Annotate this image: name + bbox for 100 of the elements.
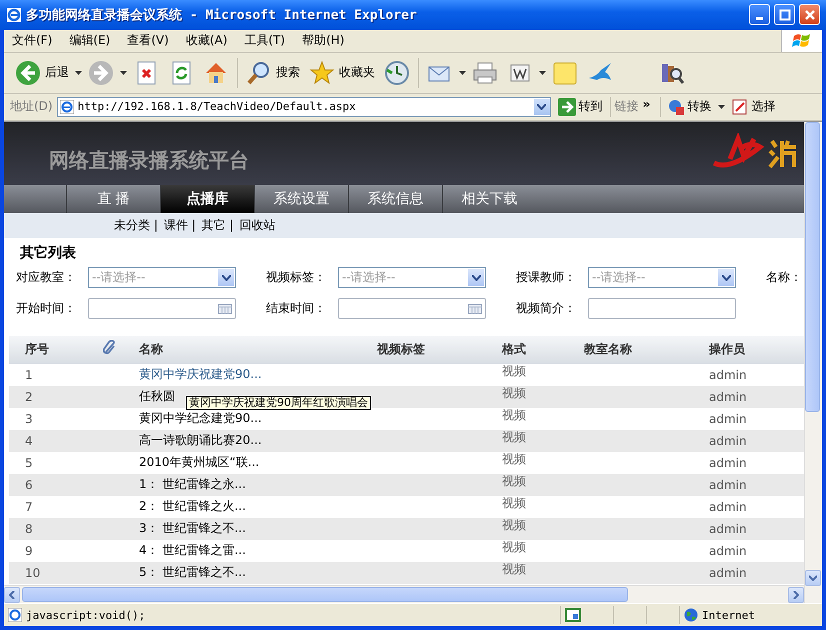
chevron-down-icon: [722, 274, 730, 281]
row-number: 8: [24, 522, 34, 536]
convert-button[interactable]: 转换: [665, 98, 714, 116]
horizontal-scrollbar[interactable]: [4, 585, 804, 604]
video-name-link[interactable]: 4： 世纪雷锋之雷...: [139, 542, 377, 560]
maximize-button[interactable]: [774, 4, 795, 26]
row-number: 1: [24, 368, 34, 382]
operator-cell-text: admin: [709, 566, 748, 580]
operator-cell-text: admin: [709, 390, 748, 404]
more-chevron[interactable]: »: [642, 96, 650, 111]
column-header[interactable]: 名称: [139, 341, 377, 358]
dropdown-button[interactable]: [534, 98, 550, 115]
menu-item[interactable]: 工具(T): [236, 32, 294, 50]
close-icon: [804, 8, 816, 21]
video-name-link[interactable]: 2010年黄州城区“联...: [139, 454, 377, 472]
column-header[interactable]: 视频标签: [377, 341, 502, 358]
close-button[interactable]: [799, 4, 820, 26]
tooltip: 黄冈中学庆祝建党90周年红歌演唱会: [186, 396, 371, 410]
nav-tab[interactable]: 点播库: [160, 184, 254, 213]
menu-item[interactable]: 编辑(E): [61, 32, 120, 50]
page-icon: [8, 608, 22, 622]
format-cell-text: 视频: [502, 451, 527, 468]
filter-label: 授课教师：: [516, 269, 577, 286]
row-number: 7: [24, 500, 34, 514]
back-button[interactable]: 后退: [12, 58, 72, 88]
format-cell-text: 视频: [502, 517, 527, 534]
calendar-icon: [468, 304, 482, 314]
column-header[interactable]: 格式: [502, 341, 584, 358]
date-field[interactable]: [88, 298, 236, 320]
flag-logo-icon: [792, 32, 812, 50]
scroll-right-icon: [793, 590, 799, 599]
filter-label: 视频简介：: [516, 300, 577, 318]
vertical-scrollbar[interactable]: [804, 122, 822, 604]
menu-item[interactable]: 查看(V): [119, 32, 178, 50]
menu-item[interactable]: 帮助(H): [294, 32, 354, 50]
date-field[interactable]: [338, 298, 486, 320]
column-header[interactable]: 教室名称: [584, 341, 709, 358]
print-icon: [472, 60, 498, 86]
chevron-down-icon: [472, 274, 480, 281]
back-icon: [15, 60, 41, 86]
row-number: 4: [24, 434, 34, 448]
row-number: 3: [24, 412, 34, 426]
video-name-link[interactable]: 3： 世纪雷锋之不...: [139, 520, 377, 538]
favorites-button[interactable]: 收藏夹: [306, 58, 378, 88]
filter-label: 开始时间：: [16, 300, 77, 318]
maximize-icon: [778, 8, 790, 21]
video-name-link[interactable]: 黄冈中学庆祝建党90...: [139, 366, 377, 384]
go-button[interactable]: 转到: [554, 98, 606, 116]
column-header[interactable]: 序号: [9, 341, 103, 358]
format-cell-text: 视频: [502, 407, 527, 424]
dropdown-arrow-icon[interactable]: [75, 70, 82, 75]
ie-icon: [6, 6, 22, 23]
history-icon: [384, 60, 410, 86]
operator-cell-text: admin: [709, 478, 748, 492]
operator-cell-text: admin: [709, 368, 748, 382]
page-icon: [60, 100, 74, 114]
video-name-link[interactable]: 5： 世纪雷锋之不...: [139, 564, 377, 582]
minimize-icon: [756, 17, 763, 20]
dropdown-arrow-icon[interactable]: [120, 70, 127, 75]
globe-icon: [684, 608, 698, 622]
row-number: 6: [24, 478, 34, 492]
operator-cell-text: admin: [709, 500, 748, 514]
operator-cell-text: admin: [709, 412, 748, 426]
minimize-button[interactable]: [749, 4, 770, 26]
select-button[interactable]: 选择: [729, 98, 778, 116]
dropdown-arrow-icon[interactable]: [459, 70, 466, 75]
subnav-link[interactable]: 课件 |: [164, 216, 196, 234]
row-number: 10: [24, 566, 42, 580]
address-field[interactable]: http://192.168.1.8/TeachVideo/Default.aspx: [56, 96, 551, 117]
video-name-link[interactable]: 1： 世纪雷锋之永...: [139, 476, 377, 494]
menu-item[interactable]: 收藏(A): [178, 32, 236, 50]
dropdown-arrow-icon[interactable]: [539, 70, 546, 75]
video-name-link[interactable]: 高一诗歌朗诵比赛20...: [139, 432, 377, 450]
subnav-link[interactable]: 其它 |: [202, 216, 234, 234]
links-label[interactable]: 链接: [614, 98, 639, 116]
favorites-icon: [309, 60, 335, 86]
operator-cell-text: admin: [709, 456, 748, 470]
globe-icon: [668, 98, 684, 115]
window-title: 多功能网络直录播会议系统 - Microsoft Internet Explorer: [26, 6, 418, 24]
text-field[interactable]: [588, 298, 736, 320]
search-button[interactable]: 搜索: [243, 58, 303, 88]
subnav-link[interactable]: 回收站: [240, 216, 276, 234]
calendar-icon: [218, 304, 232, 314]
video-name-link[interactable]: 2： 世纪雷锋之火...: [139, 498, 377, 516]
column-header[interactable]: 操作员: [709, 341, 804, 358]
list-title: 其它列表: [20, 244, 77, 262]
zone-indicator: Internet: [679, 606, 818, 624]
format-cell-text: 视频: [502, 385, 527, 402]
menu-item[interactable]: 文件(F): [4, 32, 62, 50]
format-cell-text: 视频: [502, 429, 527, 446]
video-name-link[interactable]: 黄冈中学纪念建党90...: [139, 410, 377, 428]
subnav-link[interactable]: 未分类 |: [114, 216, 158, 234]
search-icon: [246, 60, 272, 86]
row-number: 2: [24, 390, 34, 404]
site-title: 网络直播录播系统平台: [49, 146, 249, 174]
paperclip-icon: [103, 340, 115, 356]
dropdown-arrow-icon[interactable]: [718, 104, 726, 109]
operator-cell-text: admin: [709, 544, 748, 558]
address-label: 地址(D): [10, 98, 53, 116]
format-cell-text: 视频: [502, 539, 527, 556]
